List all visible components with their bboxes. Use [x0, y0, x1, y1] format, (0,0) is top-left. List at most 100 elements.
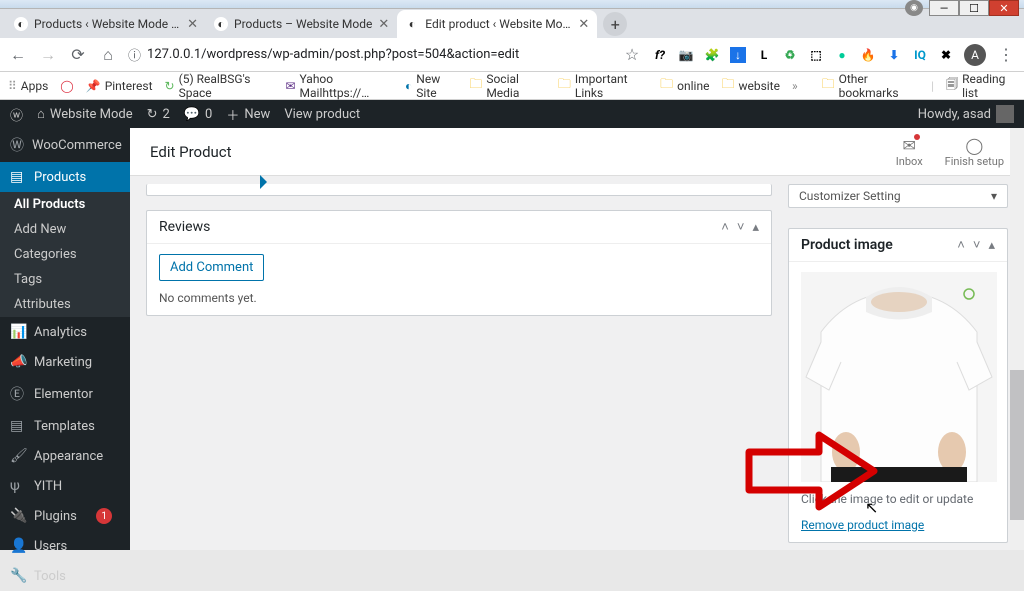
ext-icon[interactable]: ⬇: [886, 47, 902, 63]
site-name[interactable]: ⌂Website Mode: [37, 106, 133, 122]
bookmark-item[interactable]: ◯: [60, 79, 73, 93]
finish-setup-button[interactable]: ◯ Finish setup: [945, 136, 1004, 168]
menu-users[interactable]: 👤Users: [0, 531, 130, 561]
no-comments-text: No comments yet.: [159, 291, 759, 305]
menu-products[interactable]: ▤Products: [0, 162, 130, 192]
bookmark-label: website: [738, 79, 780, 93]
submenu-categories[interactable]: Categories: [0, 242, 130, 267]
finish-setup-icon: ◯: [965, 136, 983, 155]
bookmark-folder[interactable]: 🗀Social Media: [469, 72, 546, 100]
updates-link[interactable]: ↻2: [147, 107, 170, 122]
folder-icon: 🗀: [660, 75, 673, 97]
bookmark-star-icon[interactable]: ☆: [622, 45, 642, 64]
remove-product-image-link[interactable]: Remove product image: [801, 518, 924, 532]
menu-yith[interactable]: ψ YITH: [0, 471, 130, 501]
menu-woocommerce[interactable]: ⓌWooCommerce: [0, 128, 130, 162]
ext-icon[interactable]: IQ: [912, 47, 928, 63]
ext-icon[interactable]: 🧩: [704, 47, 720, 63]
panel-toggle-icon[interactable]: ▴: [752, 220, 759, 235]
tab-label: Products ‹ Website Mode — Wo…: [34, 17, 181, 31]
menu-templates[interactable]: ▤Templates: [0, 411, 130, 441]
product-image-hint: Click the image to edit or update: [801, 492, 995, 506]
ext-icon[interactable]: ●: [834, 47, 850, 63]
ext-icon[interactable]: ♻: [782, 47, 798, 63]
bookmark-overflow[interactable]: »: [792, 79, 798, 93]
menu-analytics[interactable]: 📊Analytics: [0, 317, 130, 347]
ext-icon[interactable]: ↓: [730, 47, 746, 63]
menu-marketing[interactable]: 📣Marketing: [0, 347, 130, 377]
forward-button[interactable]: →: [38, 45, 58, 65]
wp-logo[interactable]: ⓦ: [10, 105, 23, 124]
panel-down-icon[interactable]: ˅: [973, 237, 981, 253]
bookmark-item[interactable]: 📌Pinterest: [86, 79, 153, 93]
profile-avatar[interactable]: A: [964, 44, 986, 66]
bookmark-item[interactable]: ◐New Site: [405, 72, 457, 100]
bookmark-folder[interactable]: 🗀online: [660, 75, 709, 97]
menu-plugins[interactable]: 🔌Plugins 1: [0, 501, 130, 531]
yith-icon: ψ: [10, 478, 26, 494]
ext-icon[interactable]: L: [756, 47, 772, 63]
bookmark-folder[interactable]: 🗀website: [721, 75, 780, 97]
home-button[interactable]: ⌂: [98, 45, 118, 65]
browser-tab[interactable]: ◐ Products – Website Mode ✕: [206, 10, 397, 38]
ext-icon[interactable]: ✖: [938, 47, 954, 63]
tab-label: Products – Website Mode: [234, 17, 372, 31]
templates-icon: ▤: [10, 418, 26, 434]
panel-toggle-icon[interactable]: ▴: [988, 238, 995, 253]
apps-button[interactable]: ⠿Apps: [8, 79, 48, 93]
tab-close-icon[interactable]: ✕: [378, 17, 389, 32]
page-title: Edit Product: [150, 143, 232, 161]
submenu-tags[interactable]: Tags: [0, 267, 130, 292]
panel-up-icon[interactable]: ˄: [721, 219, 729, 235]
collapsed-panel: [146, 184, 772, 196]
product-image-title: Product image: [801, 237, 893, 253]
comments-link[interactable]: 💬0: [184, 107, 213, 122]
ext-camera-icon[interactable]: 📷: [678, 47, 694, 63]
view-product[interactable]: View product: [284, 107, 360, 122]
folder-icon: 🗀: [469, 75, 482, 97]
menu-label: YITH: [34, 479, 62, 494]
product-image-thumbnail[interactable]: [801, 272, 997, 482]
menu-label: Elementor: [34, 387, 93, 402]
panel-down-icon[interactable]: ˅: [737, 219, 745, 235]
add-comment-button[interactable]: Add Comment: [159, 254, 264, 281]
ext-icon[interactable]: 🔥: [860, 47, 876, 63]
browser-tab-active[interactable]: ◐ Edit product ‹ Website Mode — … ✕: [397, 10, 597, 38]
bookmark-item[interactable]: ↻(5) RealBSG's Space: [165, 72, 274, 100]
ext-icon[interactable]: f?: [652, 47, 668, 63]
reading-list[interactable]: 🗐Reading list: [946, 72, 1016, 100]
new-content[interactable]: ＋New: [226, 105, 270, 124]
submenu-all-products[interactable]: All Products: [0, 192, 130, 217]
inbox-button[interactable]: ✉ Inbox: [896, 136, 923, 168]
scrollbar-thumb[interactable]: [1010, 370, 1024, 520]
menu-elementor[interactable]: ⒺElementor: [0, 377, 130, 411]
browser-menu-icon[interactable]: ⋮: [996, 45, 1016, 64]
ext-icon[interactable]: ⬚: [808, 47, 824, 63]
submenu-add-new[interactable]: Add New: [0, 217, 130, 242]
reload-button[interactable]: ⟳: [68, 45, 88, 64]
tab-close-icon[interactable]: ✕: [578, 17, 589, 32]
tab-close-icon[interactable]: ✕: [187, 17, 198, 32]
window-close[interactable]: ✕: [989, 0, 1019, 16]
bookmark-folder[interactable]: 🗀Important Links: [558, 72, 648, 100]
new-tab-button[interactable]: +: [603, 12, 627, 36]
submenu-attributes[interactable]: Attributes: [0, 292, 130, 317]
menu-label: Appearance: [34, 449, 103, 464]
address-bar[interactable]: ⓘ 127.0.0.1/wordpress/wp-admin/post.php?…: [128, 45, 519, 64]
menu-appearance[interactable]: 🖌Appearance: [0, 441, 130, 471]
window-maximize[interactable]: ☐: [959, 0, 989, 16]
menu-label: Products: [34, 170, 86, 185]
customizer-setting-dropdown[interactable]: Customizer Setting ▾: [788, 184, 1008, 208]
other-bookmarks[interactable]: 🗀Other bookmarks: [822, 72, 920, 100]
menu-tools[interactable]: 🔧Tools: [0, 561, 130, 591]
back-button[interactable]: ←: [8, 45, 28, 65]
bookmark-item[interactable]: ✉Yahoo Mailhttps://…: [285, 72, 393, 100]
window-minimize[interactable]: —: [929, 0, 959, 16]
site-info-icon[interactable]: ⓘ: [128, 45, 141, 64]
reading-list-icon: 🗐: [946, 75, 958, 96]
menu-label: Tools: [34, 569, 66, 584]
panel-up-icon[interactable]: ˄: [957, 237, 965, 253]
howdy-user[interactable]: Howdy, asad: [918, 105, 1014, 123]
browser-tab[interactable]: ◐ Products ‹ Website Mode — Wo… ✕: [6, 10, 206, 38]
favicon-icon: ◐: [214, 17, 228, 31]
